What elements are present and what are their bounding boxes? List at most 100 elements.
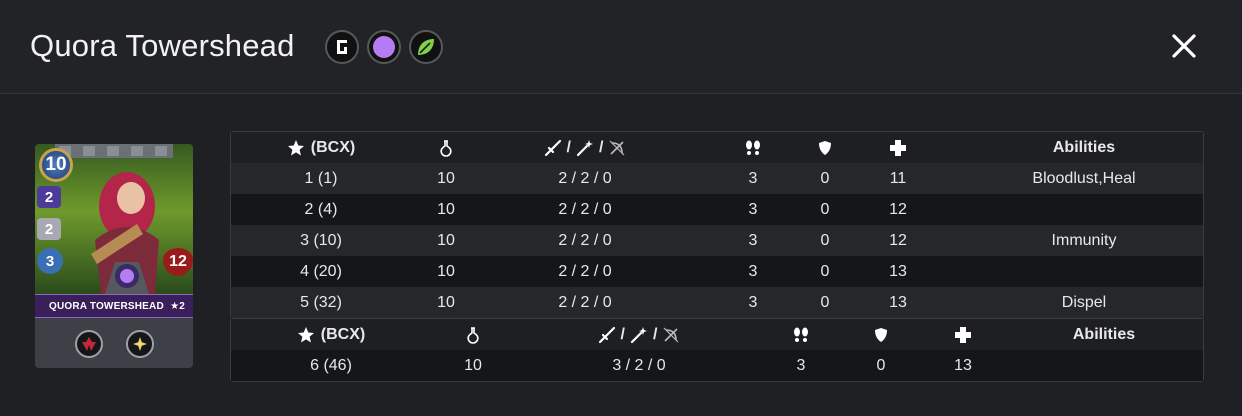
attack-header: / / xyxy=(515,326,763,344)
table-row: 3 (10) 10 2 / 2 / 0 3 0 12 Immunity xyxy=(231,225,1203,256)
health-cross-icon xyxy=(890,139,906,156)
armor-cell: 0 xyxy=(876,356,886,374)
sword-icon xyxy=(544,139,561,156)
mana-cell: 10 xyxy=(437,262,455,280)
speed-cell: 3 xyxy=(748,262,758,280)
health-cell: 13 xyxy=(889,293,907,311)
abilities-cell: Immunity xyxy=(1051,231,1117,249)
attack-sep-2: / xyxy=(599,138,604,156)
card-mana: 10 xyxy=(39,148,73,182)
attack-header: / / xyxy=(481,139,689,157)
armor-header xyxy=(817,140,833,156)
health-header xyxy=(923,326,1003,344)
heal-icon xyxy=(126,330,154,358)
abilities-header: Abilities xyxy=(1052,138,1116,156)
attack-sep-2: / xyxy=(653,325,658,343)
level-cell: 1 (1) xyxy=(304,169,338,187)
card-attack: 2 xyxy=(37,186,61,208)
level-cell: 2 (4) xyxy=(304,200,338,218)
mana-header xyxy=(411,139,481,157)
health-cell: 13 xyxy=(954,356,972,374)
level-cell: 3 (10) xyxy=(300,231,342,249)
card-speed: 3 xyxy=(37,248,63,274)
wand-icon xyxy=(576,139,593,156)
card-name-bar: QUORA TOWERSHEAD ★2 xyxy=(35,294,193,318)
level-cell: 6 (46) xyxy=(310,356,352,374)
table-header-row: (BCX) / / Abilities xyxy=(231,132,1203,163)
speed-header xyxy=(763,326,839,344)
attack-cell: 2 / 2 / 0 xyxy=(558,262,612,280)
bloodlust-icon xyxy=(75,330,103,358)
bow-icon xyxy=(664,327,679,342)
table-header-row: (BCX) / / Abilities xyxy=(231,319,1203,350)
shield-icon xyxy=(875,327,887,342)
footprints-icon xyxy=(746,140,760,155)
speed-header xyxy=(689,139,817,157)
bcx-label: (BCX) xyxy=(310,138,356,156)
bow-icon xyxy=(610,140,625,155)
health-cell: 13 xyxy=(889,262,907,280)
health-header xyxy=(833,139,963,157)
mana-cell: 10 xyxy=(437,293,455,311)
purple-orb-icon xyxy=(367,30,401,64)
attack-cell: 2 / 2 / 0 xyxy=(558,231,612,249)
card-magic: 2 xyxy=(37,218,61,240)
sword-icon xyxy=(598,326,615,343)
card-name: QUORA TOWERSHEAD xyxy=(49,300,164,312)
level-cell: 4 (20) xyxy=(300,262,342,280)
health-cell: 12 xyxy=(889,231,907,249)
star-icon xyxy=(287,139,304,155)
star-icon xyxy=(297,326,314,342)
wand-icon xyxy=(630,326,647,343)
armor-cell: 0 xyxy=(820,262,830,280)
table-row: 1 (1) 10 2 / 2 / 0 3 0 11 Bloodlust,Heal xyxy=(231,163,1203,194)
attack-sep-1: / xyxy=(566,138,571,156)
monster-card: 10 2 2 3 12 QUORA TOWERSHEAD ★2 xyxy=(35,144,193,368)
level-bcx-header: (BCX) xyxy=(231,139,411,157)
mana-cell: 10 xyxy=(437,231,455,249)
close-icon xyxy=(1172,34,1196,58)
mana-cell: 10 xyxy=(464,356,482,374)
close-button[interactable] xyxy=(1166,28,1202,64)
mana-header xyxy=(431,326,515,344)
attack-cell: 3 / 2 / 0 xyxy=(612,356,666,374)
armor-cell: 0 xyxy=(820,293,830,311)
health-cell: 11 xyxy=(889,169,907,187)
speed-cell: 3 xyxy=(748,169,758,187)
stats-table-level-6: (BCX) / / Abilities 6 (46) 10 3 / 2 / 0 … xyxy=(230,318,1204,382)
health-cross-icon xyxy=(955,326,971,343)
attack-cell: 2 / 2 / 0 xyxy=(558,293,612,311)
table-row: 5 (32) 10 2 / 2 / 0 3 0 13 Dispel xyxy=(231,287,1203,318)
mana-cell: 10 xyxy=(437,169,455,187)
level-cell: 5 (32) xyxy=(300,293,342,311)
speed-cell: 3 xyxy=(748,293,758,311)
mana-cell: 10 xyxy=(437,200,455,218)
table-row: 6 (46) 10 3 / 2 / 0 3 0 13 xyxy=(231,350,1203,381)
armor-cell: 0 xyxy=(820,200,830,218)
table-row: 4 (20) 10 2 / 2 / 0 3 0 13 xyxy=(231,256,1203,287)
abilities-header: Abilities xyxy=(1072,325,1136,343)
armor-header xyxy=(839,327,923,343)
stats-table-levels-1-5: (BCX) / / Abilities 1 (1) 10 2 / 2 / 0 3… xyxy=(230,131,1204,319)
level-bcx-header: (BCX) xyxy=(231,326,431,344)
speed-cell: 3 xyxy=(748,200,758,218)
card-badges xyxy=(325,30,443,64)
mana-flask-icon xyxy=(440,139,452,157)
attack-sep-1: / xyxy=(620,325,625,343)
attack-cell: 2 / 2 / 0 xyxy=(558,200,612,218)
armor-cell: 0 xyxy=(820,169,830,187)
abilities-cell: Bloodlust,Heal xyxy=(1032,169,1136,187)
mana-flask-icon xyxy=(467,326,479,344)
attack-cell: 2 / 2 / 0 xyxy=(558,169,612,187)
card-level: ★2 xyxy=(170,300,185,312)
card-footer xyxy=(35,318,193,368)
shield-icon xyxy=(819,140,831,155)
footprints-icon xyxy=(794,327,808,342)
abilities-cell: Dispel xyxy=(1061,293,1107,311)
bcx-label: (BCX) xyxy=(320,325,366,343)
table-row: 2 (4) 10 2 / 2 / 0 3 0 12 xyxy=(231,194,1203,225)
modal-header: Quora Towershead xyxy=(0,0,1242,94)
leaf-icon xyxy=(409,30,443,64)
speed-cell: 3 xyxy=(796,356,806,374)
health-cell: 12 xyxy=(889,200,907,218)
